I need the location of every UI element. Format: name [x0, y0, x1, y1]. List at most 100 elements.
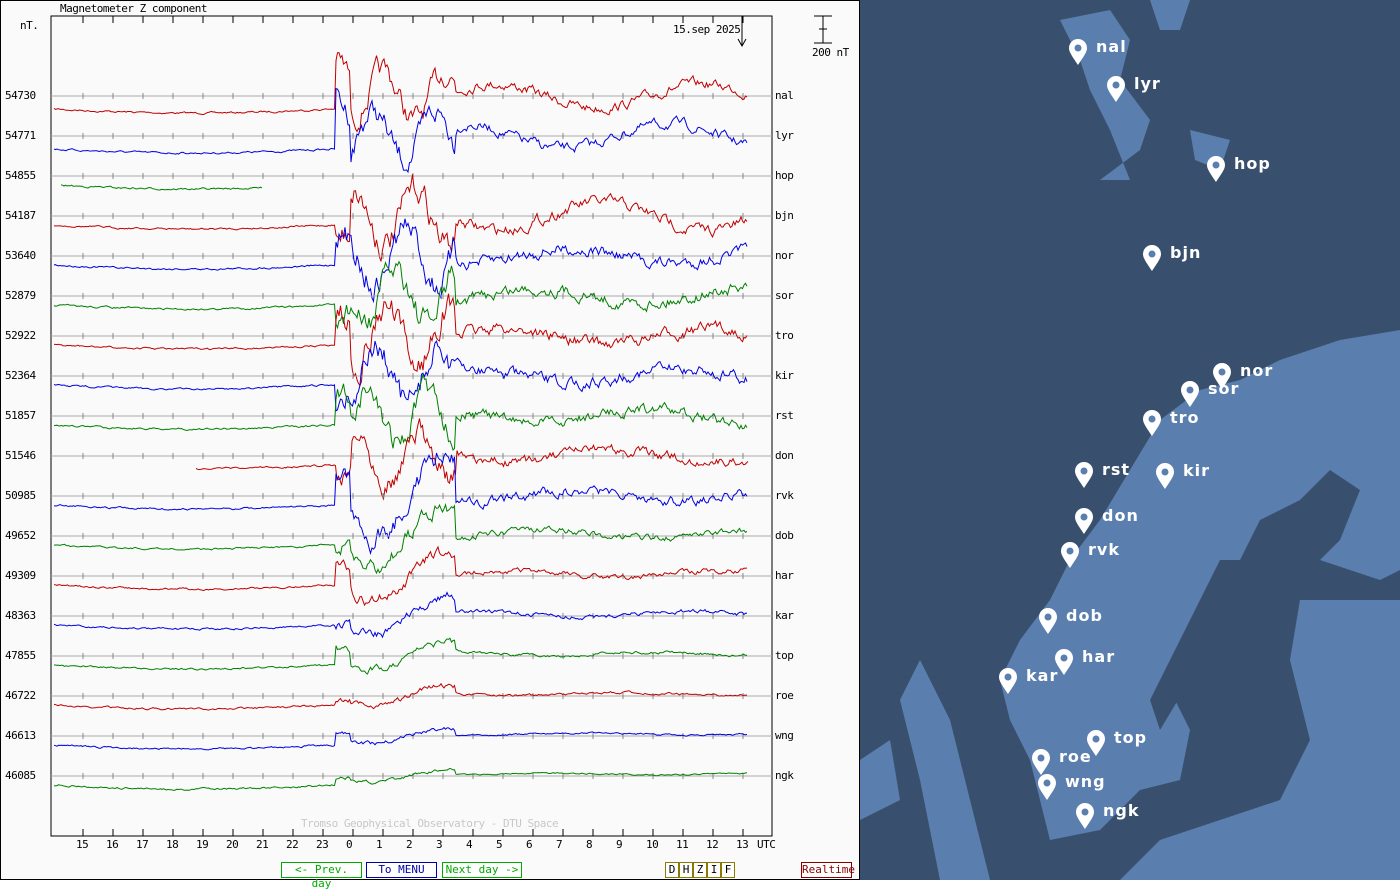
map-station-rvk[interactable]: rvk [1060, 540, 1119, 573]
map-station-label: ngk [1103, 801, 1140, 820]
next-day-button[interactable]: Next day -> [442, 862, 522, 878]
map-station-label: nor [1240, 361, 1274, 380]
station-label-bjn: bjn [775, 209, 794, 222]
map-station-wng[interactable]: wng [1037, 772, 1105, 805]
map-station-ngk[interactable]: ngk [1075, 801, 1138, 834]
map-station-lyr[interactable]: lyr [1106, 74, 1160, 107]
prev-day-button[interactable]: <- Prev. day [281, 862, 362, 890]
trace-roe [53, 682, 747, 711]
map-station-nal[interactable]: nal [1068, 37, 1126, 70]
x-tick-label: 3 [436, 838, 443, 851]
baseline-value-bjn: 54187 [5, 209, 36, 222]
to-menu-button[interactable]: To MENU [366, 862, 437, 878]
trace-sor [53, 260, 748, 330]
map-pin-icon [1039, 608, 1057, 634]
map-pin-icon [999, 668, 1017, 694]
date-arrow-icon [737, 16, 747, 48]
map-station-kir[interactable]: kir [1155, 461, 1209, 494]
station-label-rvk: rvk [775, 489, 794, 502]
map-pin-icon [1038, 774, 1056, 800]
map-station-label: don [1102, 506, 1139, 525]
scale-bar [814, 15, 832, 44]
x-tick-label: 4 [466, 838, 473, 851]
map-station-label: nal [1096, 37, 1127, 56]
component-f-button[interactable]: F [721, 862, 735, 878]
baseline-value-nal: 54730 [5, 89, 36, 102]
trace-dob [53, 503, 748, 575]
map-pin-icon [1207, 156, 1225, 182]
trace-hop [60, 184, 263, 191]
map-station-kar[interactable]: kar [998, 666, 1057, 699]
map-pin-icon [1075, 508, 1093, 534]
trace-don [195, 418, 749, 501]
baseline-value-kir: 52364 [5, 369, 36, 382]
map-station-rst[interactable]: rst [1074, 460, 1129, 493]
map-station-label: hop [1234, 154, 1271, 173]
component-d-button[interactable]: D [665, 862, 679, 878]
map-station-label: top [1114, 728, 1148, 747]
map-pin-icon [1143, 410, 1161, 436]
baseline-value-sor: 52879 [5, 289, 36, 302]
baseline-value-top: 47855 [5, 649, 36, 662]
x-tick-label: 8 [586, 838, 593, 851]
component-h-button[interactable]: H [679, 862, 693, 878]
trace-ngk [53, 767, 748, 791]
station-label-lyr: lyr [775, 129, 794, 142]
map-station-don[interactable]: don [1074, 506, 1138, 539]
baseline-value-ngk: 46085 [5, 769, 36, 782]
x-tick-label: 1 [376, 838, 383, 851]
trace-rst [53, 372, 748, 451]
x-tick-label: 9 [616, 838, 623, 851]
map-pin-icon [1076, 803, 1094, 829]
baseline-value-nor: 53640 [5, 249, 36, 262]
x-tick-label: 5 [496, 838, 503, 851]
map-station-label: roe [1059, 747, 1092, 766]
x-tick-label: 2 [406, 838, 413, 851]
map-station-label: wng [1065, 772, 1106, 791]
map-station-bjn[interactable]: bjn [1142, 243, 1200, 276]
station-label-ngk: ngk [775, 769, 794, 782]
map-station-label: tro [1170, 408, 1200, 427]
map-station-tro[interactable]: tro [1142, 408, 1199, 441]
realtime-button[interactable]: Realtime [801, 862, 855, 878]
baseline-value-kar: 48363 [5, 609, 36, 622]
trace-kar [53, 591, 748, 639]
map-station-hop[interactable]: hop [1206, 154, 1270, 187]
x-tick-label: 6 [526, 838, 533, 851]
map-station-label: lyr [1134, 74, 1161, 93]
map-station-label: dob [1066, 606, 1103, 625]
station-label-har: har [775, 569, 794, 582]
baseline-value-hop: 54855 [5, 169, 36, 182]
baseline-value-rvk: 50985 [5, 489, 36, 502]
station-map: nal lyr hop bjn nor sor tro rst kir don rvk dob har k… [860, 0, 1400, 880]
map-station-label: rst [1102, 460, 1131, 479]
map-station-dob[interactable]: dob [1038, 606, 1102, 639]
x-tick-label: 20 [226, 838, 239, 851]
x-tick-label: 11 [676, 838, 689, 851]
station-label-nor: nor [775, 249, 794, 262]
map-station-label: kir [1183, 461, 1211, 480]
component-i-button[interactable]: I [707, 862, 721, 878]
x-tick-label: 18 [166, 838, 179, 851]
map-station-label: sor [1208, 379, 1240, 398]
x-tick-label: 16 [106, 838, 119, 851]
x-tick-label: 22 [286, 838, 299, 851]
x-tick-label: 7 [556, 838, 563, 851]
magnetogram-plot [50, 15, 832, 837]
trace-wng [53, 726, 748, 751]
x-unit: UTC [757, 838, 776, 851]
map-land [860, 0, 1400, 880]
map-pin-icon [1143, 245, 1161, 271]
station-label-nal: nal [775, 89, 794, 102]
x-tick-label: 12 [706, 838, 719, 851]
station-label-tro: tro [775, 329, 794, 342]
map-pin-icon [1181, 381, 1199, 407]
x-tick-label: 23 [316, 838, 329, 851]
station-label-rst: rst [775, 409, 794, 422]
component-z-button[interactable]: Z [693, 862, 707, 878]
baseline-value-tro: 52922 [5, 329, 36, 342]
magnetometer-panel: Magnetometer Z component nT. 15.sep 2025… [0, 0, 860, 890]
x-tick-label: 10 [646, 838, 659, 851]
x-tick-label: 0 [346, 838, 353, 851]
map-station-label: har [1082, 647, 1116, 666]
